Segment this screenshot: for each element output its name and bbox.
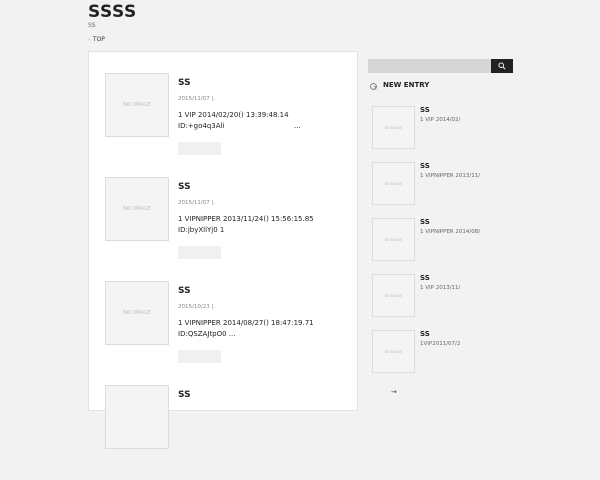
new-entry-item[interactable]: NO IMAGE SS 1 VIPNIPPER 2013/11/ (372, 162, 513, 208)
search-input[interactable] (368, 59, 491, 73)
new-entry-thumbnail[interactable]: NO IMAGE (372, 218, 415, 261)
entry-title[interactable]: SS (178, 390, 191, 400)
breadcrumb-caret-icon: › (88, 37, 90, 43)
new-entry-item-excerpt: 1 VIP 2014/02/ (420, 117, 461, 123)
new-entry-item[interactable]: NO IMAGE SS 1VIP2011/07/2 (372, 330, 513, 376)
site-description: SS (88, 22, 96, 29)
read-more-button[interactable] (178, 246, 221, 259)
new-entry-thumbnail[interactable]: NO IMAGE (372, 330, 415, 373)
entry-excerpt-line: ID:QSZAJtpO0 ... (178, 330, 236, 338)
new-entry-item-excerpt: 1VIP2011/07/2 (420, 341, 461, 347)
entry-excerpt-line: ID:jbyXliYj0 1 (178, 226, 225, 234)
entry-card: SS (105, 385, 345, 480)
entry-card: NO IMAGE SS 2015/10/23 |. 1 VIPNIPPER 20… (105, 281, 345, 376)
new-entry-item-title[interactable]: SS (420, 162, 430, 170)
entry-title[interactable]: SS (178, 182, 191, 192)
new-entry-item-excerpt: 1 VIP 2013/11/ (420, 285, 461, 291)
entry-card: NO IMAGE SS 2015/11/07 |. 1 VIP 2014/02/… (105, 73, 345, 168)
new-entry-title: NEW ENTRY (383, 81, 430, 89)
new-entry-thumbnail[interactable]: NO IMAGE (372, 106, 415, 149)
entry-list: NO IMAGE SS 2015/11/07 |. 1 VIP 2014/02/… (88, 51, 358, 449)
entry-title[interactable]: SS (178, 286, 191, 296)
entry-excerpt-line: ID:+go4q3Ali (178, 122, 225, 130)
entry-excerpt: 1 VIPNIPPER 2014/08/27() 18:47:19.71 ID:… (178, 318, 343, 340)
entry-date: 2015/11/07 |. (178, 96, 216, 102)
new-entry-item-title[interactable]: SS (420, 274, 430, 282)
entry-thumbnail[interactable]: NO IMAGE (105, 281, 169, 345)
circle-arrow-icon (370, 83, 377, 90)
new-entry-thumbnail[interactable]: NO IMAGE (372, 162, 415, 205)
entry-thumbnail[interactable]: NO IMAGE (105, 177, 169, 241)
new-entry-item-title[interactable]: SS (420, 218, 430, 226)
entry-excerpt-ellipsis: ... (294, 122, 301, 130)
entry-date: 2015/11/07 |. (178, 200, 216, 206)
entry-excerpt-line: 1 VIP 2014/02/20() 13:39:48.14 (178, 111, 289, 119)
entry-excerpt-line: 1 VIPNIPPER 2013/11/24() 15:56:15.85 (178, 215, 314, 223)
entry-excerpt-line: 1 VIPNIPPER 2014/08/27() 18:47:19.71 (178, 319, 314, 327)
breadcrumb: › TOP (88, 36, 105, 43)
new-entry-item-excerpt: 1 VIPNIPPER 2013/11/ (420, 173, 481, 179)
new-entry-item[interactable]: NO IMAGE SS 1 VIPNIPPER 2014/08/ (372, 218, 513, 264)
entry-thumbnail[interactable] (105, 385, 169, 449)
more-entries-arrow-link[interactable]: → (391, 388, 397, 396)
search-icon (498, 62, 506, 70)
new-entry-thumbnail[interactable]: NO IMAGE (372, 274, 415, 317)
new-entry-item-title[interactable]: SS (420, 106, 430, 114)
new-entry-item[interactable]: NO IMAGE SS 1 VIP 2013/11/ (372, 274, 513, 320)
new-entry-item[interactable]: NO IMAGE SS 1 VIP 2014/02/ (372, 106, 513, 152)
new-entry-item-excerpt: 1 VIPNIPPER 2014/08/ (420, 229, 481, 235)
entry-excerpt: 1 VIPNIPPER 2013/11/24() 15:56:15.85 ID:… (178, 214, 343, 236)
breadcrumb-top-link[interactable]: TOP (93, 36, 105, 43)
entry-thumbnail[interactable]: NO IMAGE (105, 73, 169, 137)
entry-title[interactable]: SS (178, 78, 191, 88)
new-entry-item-title[interactable]: SS (420, 330, 430, 338)
read-more-button[interactable] (178, 350, 221, 363)
search-button[interactable] (491, 59, 513, 73)
entry-excerpt: 1 VIP 2014/02/20() 13:39:48.14 ID:+go4q3… (178, 110, 343, 132)
entry-card: NO IMAGE SS 2015/11/07 |. 1 VIPNIPPER 20… (105, 177, 345, 272)
read-more-button[interactable] (178, 142, 221, 155)
site-title[interactable]: SSSS (88, 2, 137, 22)
entry-date: 2015/10/23 |. (178, 304, 216, 310)
